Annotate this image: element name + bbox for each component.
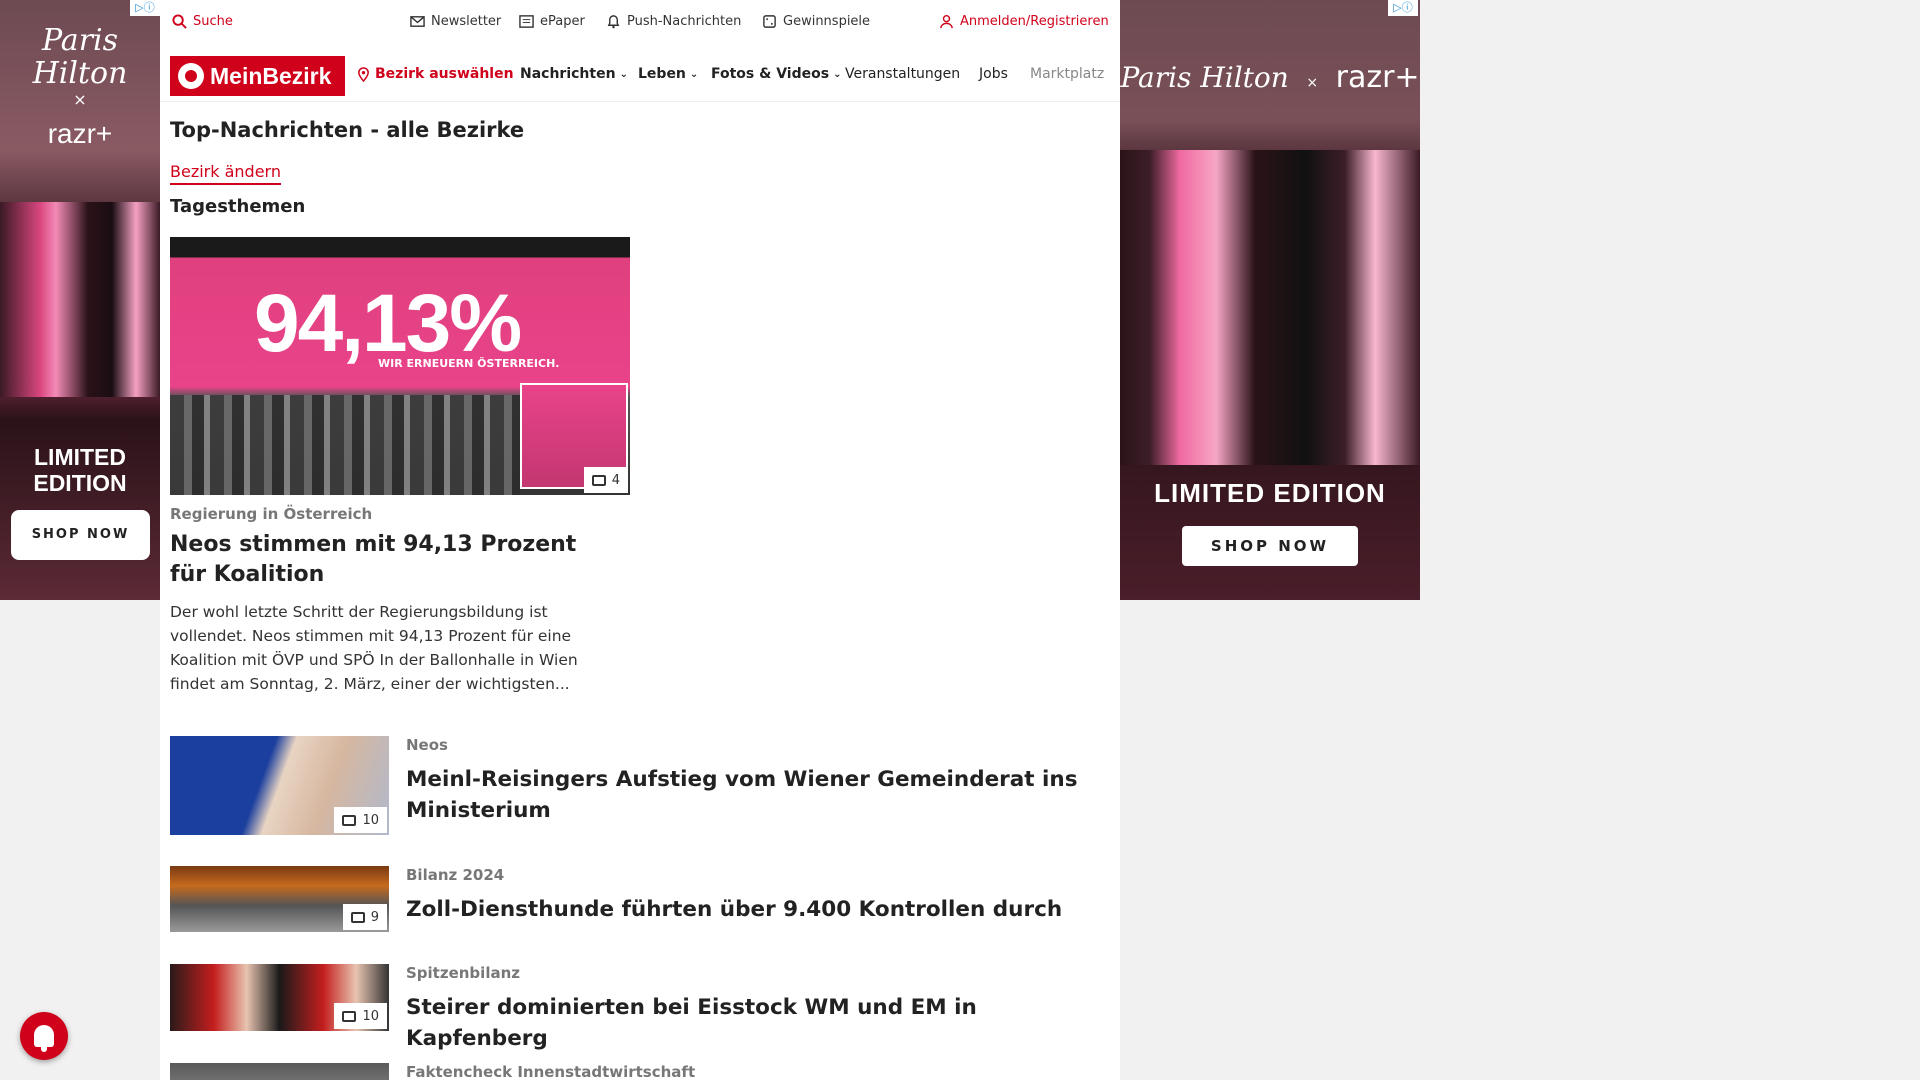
chevron-down-icon: ⌄ <box>689 68 699 80</box>
dice-icon <box>763 15 776 28</box>
ad-razr-logo: razr+ <box>1335 60 1420 95</box>
gallery-icon <box>342 1010 357 1022</box>
article-category[interactable]: Bilanz 2024 <box>406 866 504 884</box>
location-pin-icon <box>358 66 369 82</box>
list-item[interactable]: 10 Neos Meinl-Reisingers Aufstieg vom Wi… <box>170 736 1090 836</box>
gallery-icon <box>350 911 365 923</box>
hero-teaser: Der wohl letzte Schritt der Regierungsbi… <box>170 603 578 693</box>
hero-article-image[interactable]: 94,13% WIR ERNEUERN ÖSTERREICH. 4 <box>170 237 630 495</box>
ad-shop-now-button[interactable]: SHOP NOW <box>11 510 150 560</box>
ad-limited-text: LIMITED EDITION <box>1154 478 1386 508</box>
nav-item-nachrichten[interactable]: Nachrichten ⌄ <box>520 66 628 82</box>
article-thumbnail[interactable] <box>170 1063 389 1080</box>
nav-item-label: Marktplatz <box>1030 66 1105 82</box>
adchoices-icon[interactable]: ▷ⓘ <box>130 0 160 16</box>
search-icon <box>172 14 187 29</box>
newspaper-icon <box>519 15 534 28</box>
right-ad-banner[interactable]: ▷ⓘ Paris Hilton × razr+ LIMITED EDITION … <box>1120 0 1420 600</box>
user-icon <box>940 14 953 29</box>
epaper-label: ePaper <box>540 14 585 29</box>
meinbezirk-logo[interactable]: MeinBezirk <box>170 56 345 96</box>
gallery-icon <box>342 814 357 826</box>
push-notification-button[interactable] <box>20 1012 68 1060</box>
newsletter-label: Newsletter <box>431 14 502 29</box>
login-link[interactable]: Anmelden/Registrieren <box>939 14 1109 29</box>
hero-category[interactable]: Regierung in Österreich <box>170 505 372 523</box>
main-navigation: MeinBezirk Bezirk auswählen Nachrichten ⌄… <box>160 46 1120 102</box>
ad-limited-text: LIMITED EDITION <box>33 444 127 497</box>
change-bezirk-link[interactable]: Bezirk ändern <box>170 162 281 185</box>
envelope-icon <box>410 16 425 27</box>
hero-image-crowd <box>170 395 520 495</box>
chevron-down-icon: ⌄ <box>619 68 628 80</box>
image-count: 4 <box>611 472 620 488</box>
image-count-badge: 10 <box>334 807 387 833</box>
adchoices-icon[interactable]: ▷ⓘ <box>1388 0 1418 16</box>
article-title[interactable]: Steirer dominierten bei Eisstock WM und … <box>406 992 1086 1054</box>
bezirk-select-label: Bezirk auswählen <box>375 66 514 82</box>
image-count: 10 <box>362 1008 379 1024</box>
ad-razr-logo: razr+ <box>47 118 113 149</box>
newsletter-link[interactable]: Newsletter <box>410 14 501 29</box>
top-utility-bar: Suche Newsletter ePaper Push-Nachrichten… <box>160 0 1120 46</box>
nav-item-jobs[interactable]: Jobs <box>979 66 1008 82</box>
nav-item-label: Veranstaltungen <box>845 66 961 82</box>
image-count-badge: 4 <box>583 467 628 493</box>
ad-product-photo <box>1120 150 1420 465</box>
ad-x-separator: × <box>73 90 87 109</box>
gewinnspiele-link[interactable]: Gewinnspiele <box>762 14 870 29</box>
gewinnspiele-label: Gewinnspiele <box>783 14 871 29</box>
gallery-icon <box>591 474 606 486</box>
push-label: Push-Nachrichten <box>627 14 742 29</box>
nav-item-fotos-videos[interactable]: Fotos & Videos ⌄ <box>711 66 841 82</box>
epaper-link[interactable]: ePaper <box>519 14 585 29</box>
ad-header: Paris Hilton × razr+ <box>1120 60 1420 95</box>
nav-item-label: Fotos & Videos <box>711 66 830 82</box>
section-title: Tagesthemen <box>170 196 306 217</box>
main-column: Suche Newsletter ePaper Push-Nachrichten… <box>160 0 1120 1080</box>
nav-item-marktplatz[interactable]: Marktplatz <box>1030 66 1104 82</box>
push-notifications-link[interactable]: Push-Nachrichten <box>606 14 741 29</box>
logo-sun-icon <box>178 63 204 89</box>
nav-item-leben[interactable]: Leben ⌄ <box>638 66 698 82</box>
chevron-down-icon: ⌄ <box>833 68 842 80</box>
hero-title[interactable]: Neos stimmen mit 94,13 Prozent für Koali… <box>170 530 610 590</box>
nav-item-veranstaltungen[interactable]: Veranstaltungen <box>845 66 960 82</box>
ad-product-photo <box>0 202 160 397</box>
list-item[interactable]: Faktencheck Innenstadtwirtschaft <box>170 1063 1090 1080</box>
left-ad-banner[interactable]: ▷ⓘ Paris Hilton × razr+ LIMITED EDITION … <box>0 0 160 600</box>
bell-icon <box>34 1025 54 1052</box>
page-title: Top-Nachrichten - alle Bezirke <box>170 118 525 142</box>
login-label: Anmelden/Registrieren <box>960 14 1109 29</box>
ad-x-separator: × <box>1306 75 1319 91</box>
article-title[interactable]: Zoll-Diensthunde führten über 9.400 Kont… <box>406 894 1086 925</box>
article-title[interactable]: Meinl-Reisingers Aufstieg vom Wiener Gem… <box>406 764 1086 826</box>
ad-shop-now-button[interactable]: SHOP NOW <box>1182 526 1358 566</box>
image-count: 9 <box>370 909 379 925</box>
image-count-badge: 9 <box>342 904 387 930</box>
bezirk-select-link[interactable]: Bezirk auswählen <box>356 66 514 82</box>
bell-icon <box>607 15 620 29</box>
ad-brand-signature: Paris Hilton <box>1120 61 1289 94</box>
article-thumbnail[interactable]: 10 <box>170 736 389 835</box>
search-label: Suche <box>193 14 233 29</box>
nav-item-label: Nachrichten <box>520 66 616 82</box>
article-category[interactable]: Spitzenbilanz <box>406 964 520 982</box>
article-thumbnail[interactable]: 9 <box>170 866 389 932</box>
image-count: 10 <box>362 812 379 828</box>
nav-item-label: Leben <box>638 66 686 82</box>
article-thumbnail[interactable]: 10 <box>170 964 389 1031</box>
article-category[interactable]: Faktencheck Innenstadtwirtschaft <box>406 1063 695 1080</box>
logo-text: MeinBezirk <box>210 62 332 89</box>
list-item[interactable]: 9 Bilanz 2024 Zoll-Diensthunde führten ü… <box>170 866 1090 936</box>
article-category[interactable]: Neos <box>406 736 448 754</box>
hero-image-subtext: WIR ERNEUERN ÖSTERREICH. <box>378 357 560 370</box>
ad-brand-signature: Paris Hilton <box>32 23 128 91</box>
image-count-badge: 10 <box>334 1003 387 1029</box>
list-item[interactable]: 10 Spitzenbilanz Steirer dominierten bei… <box>170 964 1090 1051</box>
nav-item-label: Jobs <box>979 66 1008 82</box>
search-link[interactable]: Suche <box>172 14 233 29</box>
